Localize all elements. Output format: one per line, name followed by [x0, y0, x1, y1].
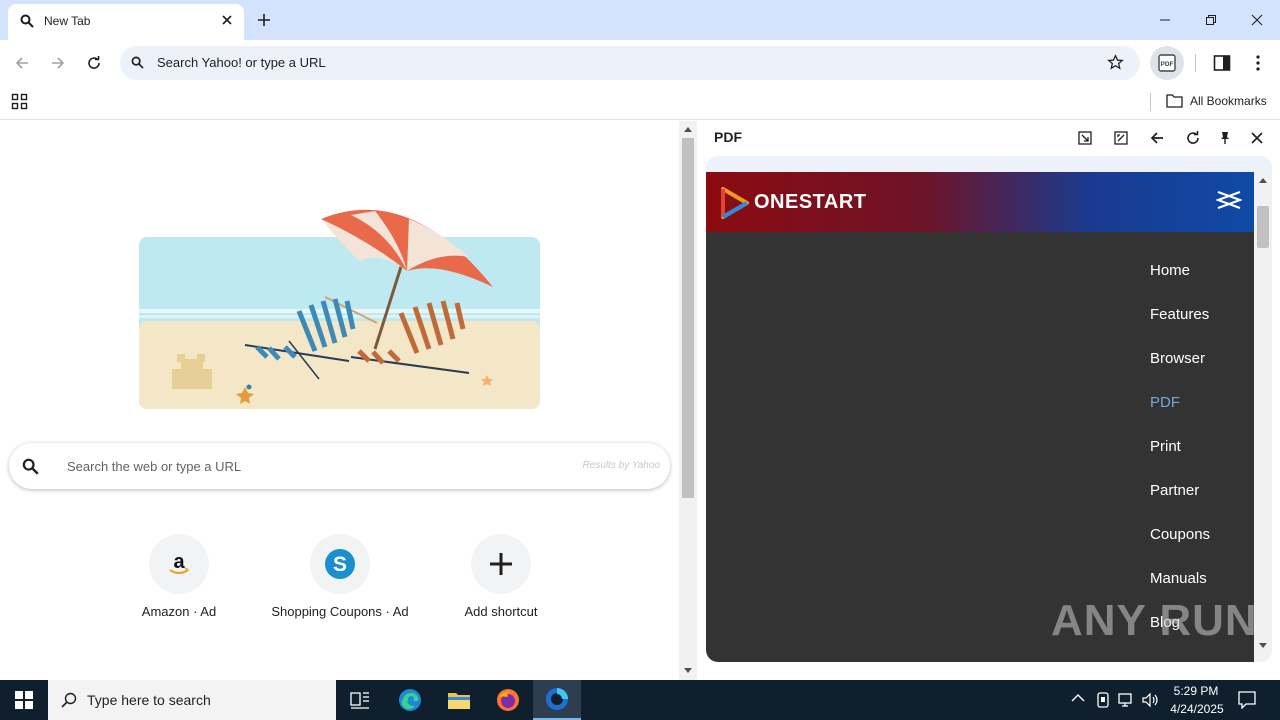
- amazon-icon: a: [149, 534, 209, 594]
- file-explorer-icon[interactable]: [435, 680, 483, 720]
- search-icon: [22, 458, 39, 475]
- folder-icon[interactable]: [1166, 93, 1183, 108]
- shortcut-label: Add shortcut: [464, 604, 538, 619]
- ntp-search-placeholder: Search the web or type a URL: [67, 459, 242, 474]
- shortcut-label: Amazon · Ad: [141, 604, 217, 619]
- onestart-header: ONESTART: [706, 172, 1254, 232]
- side-panel-webview: ONESTART Home Features Browser PDF Print…: [706, 156, 1272, 662]
- search-icon: [131, 56, 144, 69]
- omnibox-placeholder: Search Yahoo! or type a URL: [157, 55, 326, 70]
- menu-kebab-icon[interactable]: [1243, 48, 1273, 78]
- nav-browser[interactable]: Browser: [1150, 350, 1205, 367]
- new-tab-icon[interactable]: [254, 10, 274, 30]
- panel-close-icon[interactable]: [1245, 126, 1269, 150]
- plus-icon: [471, 534, 531, 594]
- omnibox[interactable]: Search Yahoo! or type a URL: [120, 46, 1140, 80]
- ntp-scrollbar[interactable]: [679, 121, 697, 680]
- search-icon: [61, 692, 77, 708]
- windows-start-icon[interactable]: [0, 680, 48, 720]
- side-panel: PDF ONESTART Home Features Browser PDF P…: [697, 121, 1280, 680]
- nav-manuals[interactable]: Manuals: [1150, 570, 1207, 587]
- task-view-icon[interactable]: [336, 680, 384, 720]
- tray-overflow-chevron-icon[interactable]: [1071, 693, 1085, 703]
- menu-close-icon[interactable]: [1216, 190, 1242, 210]
- bookmarks-divider: [1150, 93, 1151, 111]
- panel-reload-icon[interactable]: [1181, 126, 1205, 150]
- taskbar: Type here to search 5:29 PM 4/24/2025: [0, 680, 1280, 720]
- back-icon[interactable]: [7, 48, 37, 78]
- pdf-extension-icon[interactable]: PDF: [1150, 46, 1184, 80]
- nav-pdf[interactable]: PDF: [1150, 394, 1180, 411]
- shortcut-label: Shopping Coupons · Ad: [271, 604, 409, 619]
- shortcut-amazon[interactable]: a Amazon · Ad: [104, 534, 254, 634]
- shortcut-add[interactable]: Add shortcut: [426, 534, 576, 634]
- svg-text:PDF: PDF: [1161, 61, 1174, 68]
- clock-date[interactable]: 4/24/2025: [1166, 702, 1228, 716]
- bookmarks-bar: All Bookmarks: [0, 86, 1280, 120]
- onestart-taskbar-icon[interactable]: [533, 680, 581, 720]
- anyrun-watermark: ANY RUN: [1051, 596, 1258, 645]
- expand-icon[interactable]: [1109, 126, 1133, 150]
- scroll-up-arrow-icon[interactable]: [684, 126, 692, 132]
- scroll-up-arrow-icon[interactable]: [1259, 177, 1267, 183]
- volume-icon[interactable]: [1142, 692, 1160, 708]
- close-window-icon[interactable]: [1234, 0, 1280, 40]
- open-in-new-tab-icon[interactable]: [1073, 126, 1097, 150]
- beach-illustration: [139, 201, 541, 411]
- ntp-scroll-thumb[interactable]: [682, 138, 694, 498]
- ntp-search-box[interactable]: Search the web or type a URL Results by …: [9, 443, 670, 489]
- minimize-icon[interactable]: [1142, 0, 1188, 40]
- forward-icon[interactable]: [43, 48, 73, 78]
- tab-title: New Tab: [44, 14, 91, 28]
- shopping-coupons-icon: S: [310, 534, 370, 594]
- search-icon: [20, 14, 34, 28]
- scroll-down-arrow-icon[interactable]: [1259, 643, 1267, 649]
- shortcut-shopping-coupons[interactable]: S Shopping Coupons · Ad: [265, 534, 415, 634]
- onestart-brand[interactable]: ONESTART: [754, 191, 867, 214]
- bookmark-star-icon[interactable]: [1107, 54, 1124, 71]
- panel-back-icon[interactable]: [1145, 126, 1169, 150]
- nav-print[interactable]: Print: [1150, 438, 1181, 455]
- tab-strip: New Tab: [0, 0, 1280, 40]
- notification-center-icon[interactable]: [1238, 691, 1256, 709]
- nav-coupons[interactable]: Coupons: [1150, 526, 1210, 543]
- tab-new-tab[interactable]: New Tab: [8, 4, 244, 40]
- restore-icon[interactable]: [1188, 0, 1234, 40]
- new-tab-page: Search the web or type a URL Results by …: [0, 121, 678, 680]
- all-bookmarks-label[interactable]: All Bookmarks: [1190, 94, 1267, 108]
- apps-grid-icon[interactable]: [11, 93, 29, 111]
- svg-text:S: S: [333, 553, 347, 576]
- network-icon[interactable]: [1118, 692, 1136, 708]
- side-panel-title: PDF: [714, 129, 742, 145]
- taskbar-search-placeholder: Type here to search: [87, 692, 211, 708]
- toolbar-divider: [1195, 54, 1196, 72]
- side-panel-scrollbar[interactable]: [1254, 172, 1272, 662]
- clock-time[interactable]: 5:29 PM: [1166, 684, 1226, 698]
- svg-text:a: a: [173, 551, 185, 573]
- search-attribution: Results by Yahoo: [582, 460, 660, 471]
- side-panel-icon[interactable]: [1207, 48, 1237, 78]
- scroll-down-arrow-icon[interactable]: [684, 668, 692, 674]
- nav-features[interactable]: Features: [1150, 306, 1209, 323]
- tray-device-icon[interactable]: [1096, 692, 1110, 708]
- taskbar-search-box[interactable]: Type here to search: [48, 680, 336, 720]
- edge-icon[interactable]: [386, 680, 434, 720]
- nav-home[interactable]: Home: [1150, 262, 1190, 279]
- pin-icon[interactable]: [1213, 126, 1237, 150]
- firefox-icon[interactable]: [484, 680, 532, 720]
- onestart-logo-icon[interactable]: [718, 186, 750, 220]
- toolbar: Search Yahoo! or type a URL PDF: [0, 40, 1280, 86]
- nav-partner[interactable]: Partner: [1150, 482, 1199, 499]
- reload-icon[interactable]: [79, 48, 109, 78]
- side-panel-scroll-thumb[interactable]: [1257, 206, 1269, 248]
- close-tab-icon[interactable]: [220, 13, 234, 27]
